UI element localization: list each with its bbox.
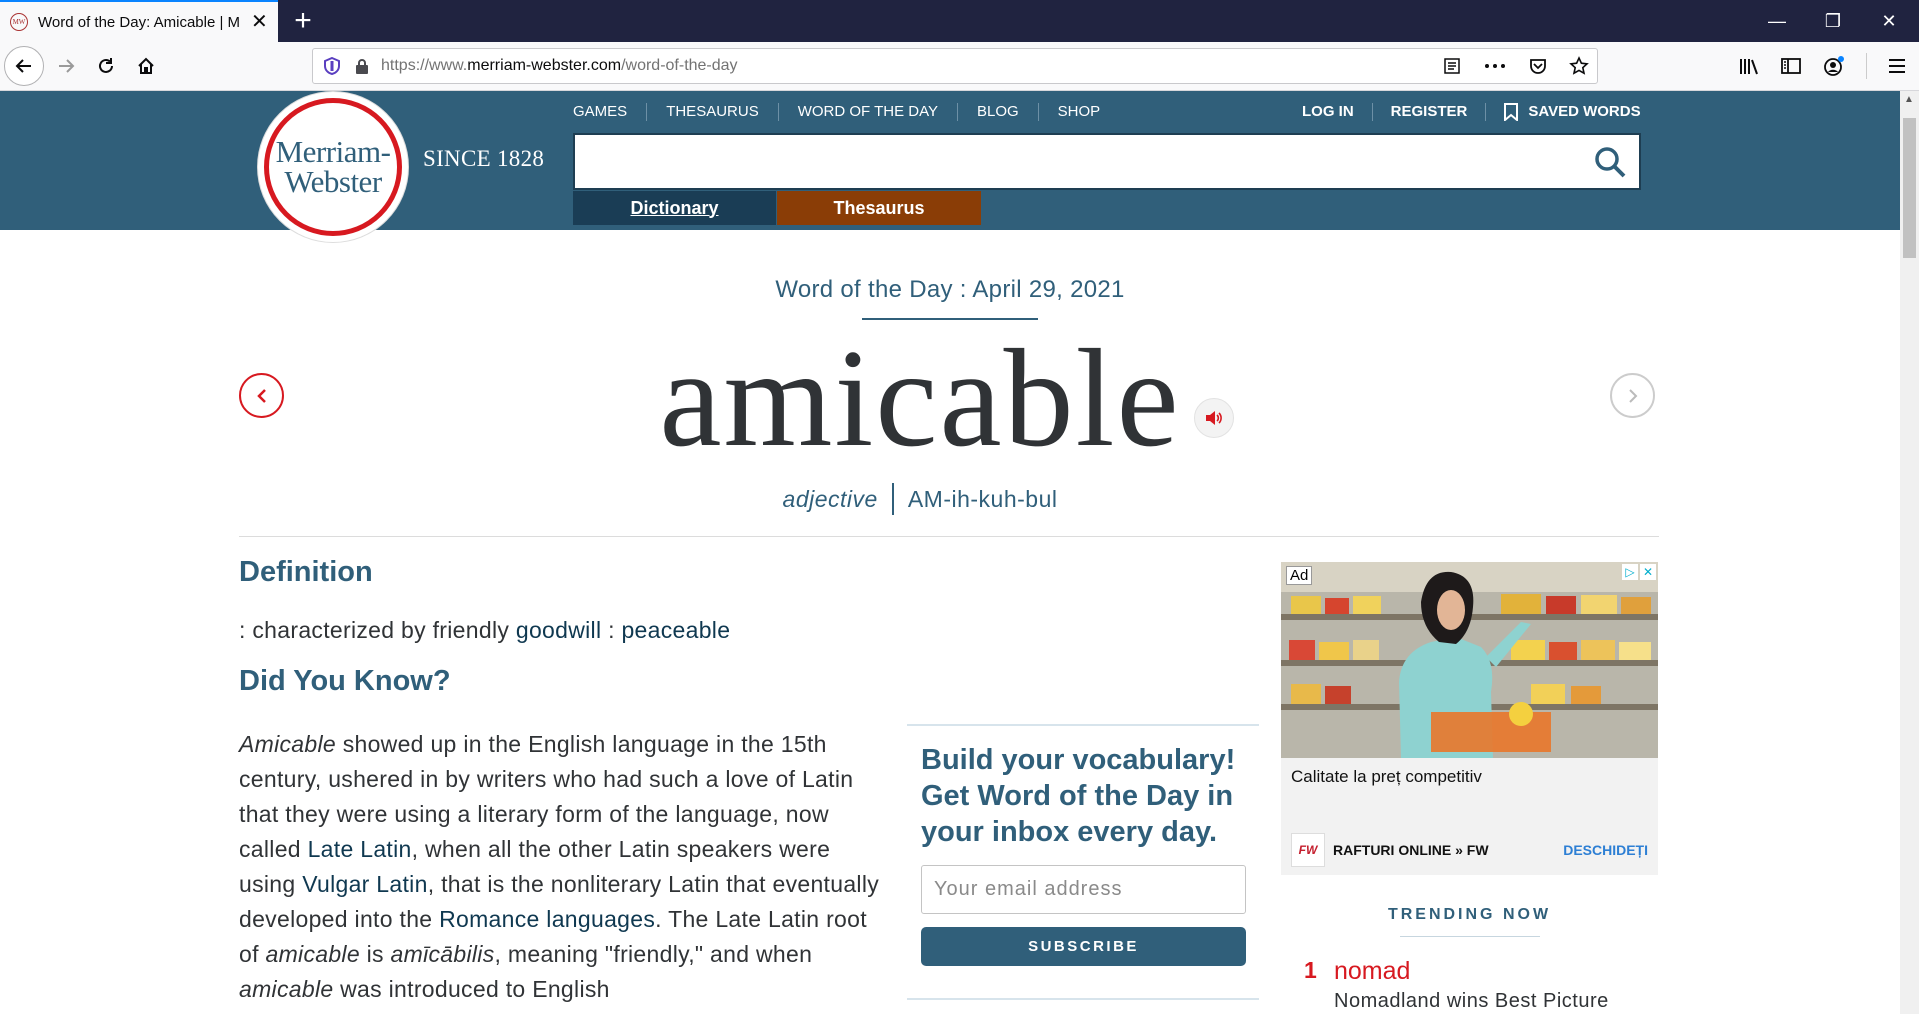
definition-text: : characterized by friendly goodwill : p… bbox=[239, 617, 731, 643]
speaker-icon bbox=[1206, 411, 1222, 425]
url-text: https://www.merriam-webster.com/word-of-… bbox=[381, 57, 738, 74]
search-icon[interactable] bbox=[1593, 145, 1627, 179]
trending-word-link[interactable]: nomad bbox=[1334, 957, 1410, 986]
logo-line-2: Webster bbox=[284, 164, 382, 199]
restore-icon[interactable]: ❐ bbox=[1805, 0, 1861, 42]
reader-view-icon[interactable] bbox=[1443, 57, 1461, 75]
advertisement[interactable]: Ad ▷ ✕ Calitate la preț competitiv FW RAF… bbox=[1281, 562, 1658, 875]
pocket-icon[interactable] bbox=[1529, 57, 1547, 75]
trending-underline bbox=[1400, 936, 1540, 937]
login-link[interactable]: LOG IN bbox=[1302, 103, 1354, 121]
ad-brand-logo: FW bbox=[1291, 833, 1325, 867]
menu-icon[interactable] bbox=[1887, 57, 1907, 75]
minimize-icon[interactable]: — bbox=[1749, 0, 1805, 42]
library-icon[interactable] bbox=[1738, 56, 1760, 76]
user-navigation: LOG IN REGISTER SAVED WORDS bbox=[1302, 103, 1641, 121]
tab-close-icon[interactable]: ✕ bbox=[251, 12, 268, 32]
ad-image[interactable]: Ad ▷ ✕ bbox=[1281, 562, 1658, 758]
nav-word-of-the-day[interactable]: WORD OF THE DAY bbox=[777, 103, 957, 121]
since-1828: SINCE 1828 bbox=[423, 146, 545, 171]
link-peaceable[interactable]: peaceable bbox=[621, 617, 730, 643]
bookmark-icon bbox=[1504, 103, 1519, 121]
ad-brand-name: RAFTURI ONLINE » FW bbox=[1333, 842, 1489, 858]
nav-games[interactable]: GAMES bbox=[573, 103, 646, 121]
new-tab-icon[interactable]: + bbox=[286, 4, 320, 38]
saved-words-label: SAVED WORDS bbox=[1528, 103, 1641, 120]
section-divider bbox=[239, 536, 1659, 537]
email-field[interactable] bbox=[921, 865, 1246, 914]
trending-description[interactable]: Nomadland wins Best Picture bbox=[1334, 990, 1609, 1013]
divider bbox=[1371, 103, 1373, 121]
did-you-know-paragraph: Amicable showed up in the English langua… bbox=[239, 731, 880, 1002]
link-vulgar-latin[interactable]: Vulgar Latin bbox=[302, 871, 428, 897]
ad-caption[interactable]: Calitate la preț competitiv bbox=[1291, 767, 1482, 787]
window-close-icon[interactable]: ✕ bbox=[1861, 0, 1917, 42]
part-of-speech: adjective bbox=[782, 485, 878, 512]
ad-footer[interactable]: FW RAFTURI ONLINE » FW DESCHIDEȚI bbox=[1281, 825, 1658, 875]
nav-thesaurus[interactable]: THESAURUS bbox=[646, 103, 778, 121]
newsletter-bottom-border bbox=[907, 998, 1259, 1000]
tracking-protection-icon[interactable] bbox=[323, 57, 341, 75]
wod-date-title: Word of the Day : April 29, 2021 bbox=[775, 276, 1125, 303]
newsletter-title: Build your vocabulary! Get Word of the D… bbox=[921, 744, 1236, 848]
sidebar-icon[interactable] bbox=[1780, 56, 1802, 76]
tab-title: Word of the Day: Amicable | M bbox=[38, 13, 241, 31]
favicon-icon: MW bbox=[10, 13, 28, 31]
browser-navbar: https://www.merriam-webster.com/word-of-… bbox=[0, 42, 1919, 91]
bookmark-star-icon[interactable] bbox=[1569, 56, 1589, 76]
link-late-latin[interactable]: Late Latin bbox=[308, 836, 412, 862]
divider bbox=[891, 483, 894, 515]
link-goodwill[interactable]: goodwill bbox=[516, 617, 602, 643]
pronunciation: AM-ih-kuh-bul bbox=[907, 485, 1058, 512]
divider bbox=[1485, 103, 1487, 121]
search-box bbox=[573, 133, 1641, 190]
account-icon[interactable] bbox=[1822, 55, 1846, 77]
tab-thesaurus[interactable]: Thesaurus bbox=[777, 191, 981, 225]
browser-tab-active[interactable]: MW Word of the Day: Amicable | M ✕ bbox=[0, 0, 278, 42]
logo-line-1: Merriam- bbox=[275, 134, 391, 169]
nav-blog[interactable]: BLOG bbox=[956, 103, 1038, 121]
saved-words-link[interactable]: SAVED WORDS bbox=[1504, 103, 1641, 121]
ad-close-icon[interactable]: ✕ bbox=[1640, 564, 1656, 580]
trending-title: TRENDING NOW bbox=[1387, 906, 1552, 923]
register-link[interactable]: REGISTER bbox=[1391, 103, 1468, 121]
top-navigation: GAMES THESAURUS WORD OF THE DAY BLOG SHO… bbox=[573, 103, 1119, 121]
trending-rank: 1 bbox=[1304, 957, 1317, 983]
address-bar[interactable]: https://www.merriam-webster.com/word-of-… bbox=[312, 48, 1598, 84]
forward-icon[interactable] bbox=[48, 48, 84, 84]
adchoices-icon[interactable]: ▷ bbox=[1622, 564, 1638, 580]
reload-icon[interactable] bbox=[88, 48, 124, 84]
word-attributes: adjective AM-ih-kuh-bul bbox=[0, 483, 1840, 515]
more-actions-icon[interactable] bbox=[1483, 57, 1507, 75]
nav-shop[interactable]: SHOP bbox=[1037, 103, 1120, 121]
play-pronunciation-button[interactable] bbox=[1194, 398, 1234, 438]
back-icon[interactable] bbox=[4, 46, 44, 86]
definition-heading: Definition bbox=[239, 556, 373, 588]
browser-tabbar: MW Word of the Day: Amicable | M ✕ + — ❐… bbox=[0, 0, 1919, 42]
headword: amicable bbox=[659, 321, 1181, 476]
tab-dictionary[interactable]: Dictionary bbox=[573, 191, 776, 225]
ad-label: Ad bbox=[1286, 566, 1313, 585]
home-icon[interactable] bbox=[128, 48, 164, 84]
subscribe-button[interactable]: SUBSCRIBE bbox=[921, 927, 1246, 966]
scroll-up-icon[interactable]: ▲ bbox=[1904, 94, 1914, 105]
merriam-webster-logo[interactable]: Merriam- Webster bbox=[258, 92, 408, 242]
lock-icon[interactable] bbox=[355, 58, 369, 74]
ad-open-button[interactable]: DESCHIDEȚI bbox=[1563, 842, 1648, 858]
scrollbar-thumb[interactable] bbox=[1903, 118, 1916, 258]
toolbar-divider bbox=[1866, 53, 1867, 79]
newsletter-top-border bbox=[907, 724, 1259, 726]
link-romance-languages[interactable]: Romance languages bbox=[439, 906, 655, 932]
ad-choices[interactable]: ▷ ✕ bbox=[1622, 564, 1656, 580]
search-input[interactable] bbox=[575, 135, 1575, 188]
did-you-know-heading: Did You Know? bbox=[239, 665, 451, 697]
